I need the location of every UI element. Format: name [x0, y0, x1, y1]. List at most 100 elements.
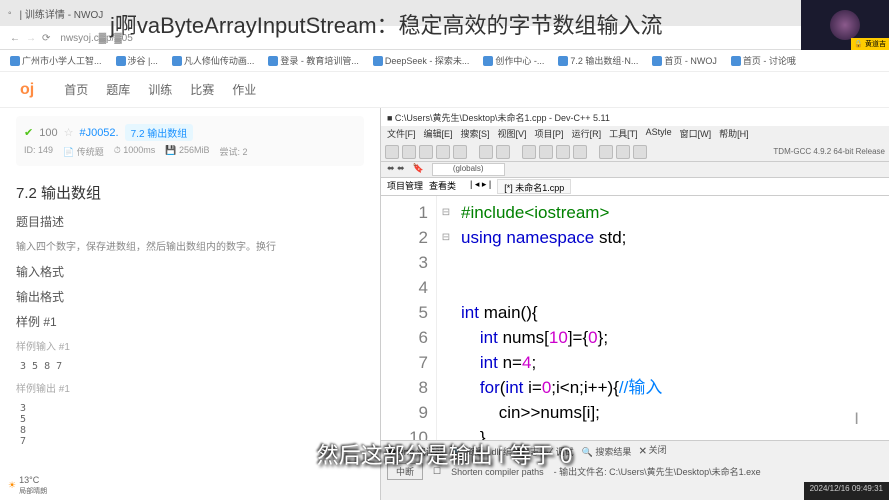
menu-run[interactable]: 运行[R] [572, 127, 602, 141]
sample-in-label: 样例输入 #1 [16, 338, 364, 353]
output-fmt-label: 输出格式 [16, 288, 364, 305]
problem-tag: 7.2 输出数组 [125, 124, 194, 141]
site-icon [483, 56, 493, 66]
bookmark-item[interactable]: 首页 - 讨论哦 [731, 54, 796, 67]
problem-title: 7.2 输出数组 [16, 182, 364, 203]
ide-toolbar2: ⬌ ⬌ 🔖 (globals) [381, 162, 889, 178]
menu-project[interactable]: 项目[P] [535, 127, 564, 141]
nav-homework[interactable]: 作业 [232, 81, 256, 98]
meta-mem: 💾 256MiB [165, 145, 209, 158]
tab-project[interactable]: 项目管理 [387, 179, 423, 194]
check-icon: ✔ [24, 126, 33, 139]
weather-widget[interactable]: ☀ 13°C 局部晴朗 [8, 475, 47, 496]
menu-help[interactable]: 帮助[H] [719, 127, 749, 141]
site-icon [268, 56, 278, 66]
reload-icon[interactable]: ⟳ [42, 33, 50, 44]
text-cursor-icon: I [854, 406, 859, 431]
goto-icon[interactable]: ⬌ ⬌ [387, 163, 405, 176]
problem-code[interactable]: #J0052. [79, 127, 118, 139]
subtitle-overlay: 然后这部分是输出 i 等于 0 [317, 438, 572, 470]
menu-view[interactable]: 视图[V] [498, 127, 527, 141]
site-icon [172, 56, 182, 66]
weather-temp: 13°C [19, 475, 39, 485]
problem-desc: 输入四个数字，保存进数组，然后输出数组内的数字。换行 [16, 238, 364, 253]
site-icon [652, 56, 662, 66]
stop-icon[interactable] [616, 145, 630, 159]
sample-label: 样例 #1 [16, 313, 364, 330]
tab-classes[interactable]: 查看类 [429, 179, 456, 194]
bookmark-item[interactable]: DeepSeek - 探索未... [373, 54, 470, 67]
tab-close[interactable]: 🗙 关闭 [639, 443, 666, 459]
input-fmt-label: 输入格式 [16, 263, 364, 280]
site-icon [116, 56, 126, 66]
ide-side-tabs: 项目管理 查看类 | ◂ ▸ | [*] 未命名1.cpp [381, 178, 889, 196]
print-icon[interactable] [453, 145, 467, 159]
nav-back-icon[interactable]: ← [10, 33, 20, 44]
folder-icon [10, 56, 20, 66]
bookmarks-bar: 广州市小学人工智... 涉谷 |... 凡人修仙传动画... 登录 - 教育培训… [0, 50, 889, 72]
star-icon[interactable]: ☆ [64, 126, 74, 139]
meta-id: ID: 149 [24, 145, 53, 158]
bookmark-icon[interactable]: 🔖 [413, 163, 424, 176]
menu-window[interactable]: 窗口[W] [680, 127, 712, 141]
bookmark-item[interactable]: 登录 - 教育培训管... [268, 54, 359, 67]
menu-file[interactable]: 文件[F] [387, 127, 416, 141]
globals-dropdown[interactable]: (globals) [432, 163, 505, 176]
ide-titlebar[interactable]: ■ C:\Users\黄先生\Desktop\未命名1.cpp - Dev-C+… [381, 108, 889, 126]
oj-nav-bar: oj 首页 题库 训练 比赛 作业 [0, 72, 889, 108]
menu-tools[interactable]: 工具[T] [609, 127, 638, 141]
undo-icon[interactable] [479, 145, 493, 159]
sun-icon: ☀ [8, 480, 16, 491]
desc-label: 题目描述 [16, 213, 364, 230]
code-editor[interactable]: 1234567891011121314 ⊟⊟ #include<iostream… [381, 196, 889, 440]
site-icon [373, 56, 383, 66]
debug-icon[interactable] [599, 145, 613, 159]
webcam-overlay: 🔒 黄道吉 [801, 0, 889, 50]
menu-astyle[interactable]: AStyle [646, 127, 672, 141]
redo-icon[interactable] [496, 145, 510, 159]
bookmark-item[interactable]: 创作中心 -... [483, 54, 544, 67]
meta-time: ⏱ 1000ms [114, 145, 156, 158]
new-icon[interactable] [385, 145, 399, 159]
saveall-icon[interactable] [436, 145, 450, 159]
compile-icon[interactable] [522, 145, 536, 159]
compile-run-icon[interactable] [556, 145, 570, 159]
weather-desc: 局部晴朗 [19, 488, 47, 495]
menu-search[interactable]: 搜索[S] [461, 127, 490, 141]
run-icon[interactable] [539, 145, 553, 159]
nav-fwd-icon: → [26, 33, 36, 44]
save-icon[interactable] [419, 145, 433, 159]
rebuild-icon[interactable] [573, 145, 587, 159]
nav-training[interactable]: 训练 [148, 81, 172, 98]
ide-menubar: 文件[F] 编辑[E] 搜索[S] 视图[V] 项目[P] 运行[R] 工具[T… [381, 126, 889, 142]
bookmark-item[interactable]: 凡人修仙传动画... [172, 54, 255, 67]
code-lines[interactable]: #include<iostream>using namespace std; i… [455, 196, 889, 440]
bookmark-item[interactable]: 首页 - NWOJ [652, 54, 717, 67]
meta-tries: 尝试: 2 [220, 145, 248, 158]
oj-logo[interactable]: oj [20, 81, 34, 99]
taskbar-clock[interactable]: 2024/12/16 09:49:31 [804, 482, 889, 500]
bookmark-item[interactable]: 涉谷 |... [116, 54, 158, 67]
avatar-icon [830, 10, 860, 40]
tab-search-results[interactable]: 🔍 搜索结果 [582, 443, 632, 459]
nav-contest[interactable]: 比赛 [190, 81, 214, 98]
meta-type: 📄 传统题 [63, 145, 104, 158]
fold-column[interactable]: ⊟⊟ [437, 196, 455, 440]
sample-input: 3 5 8 7 [16, 357, 364, 376]
video-title-overlay: j啊vaByteArrayInputStream：稳定高效的字节数组输入流 [110, 8, 663, 40]
tab-title[interactable]: | 训练详情 - NWOJ [20, 6, 104, 21]
profile-icon[interactable] [633, 145, 647, 159]
nav-home[interactable]: 首页 [64, 81, 88, 98]
problem-score: 100 [39, 127, 57, 139]
sample-output: 3 5 8 7 [16, 399, 364, 451]
site-icon [558, 56, 568, 66]
file-tab[interactable]: [*] 未命名1.cpp [497, 179, 571, 194]
menu-edit[interactable]: 编辑[E] [424, 127, 453, 141]
compiler-version[interactable]: TDM-GCC 4.9.2 64-bit Release [773, 147, 885, 156]
open-icon[interactable] [402, 145, 416, 159]
bookmark-item[interactable]: 广州市小学人工智... [10, 54, 102, 67]
output-filename: - 输出文件名: C:\Users\黄先生\Desktop\未命名1.exe [554, 465, 761, 478]
webcam-label: 🔒 黄道吉 [851, 38, 889, 50]
nav-problems[interactable]: 题库 [106, 81, 130, 98]
bookmark-item[interactable]: 7.2 输出数组·N... [558, 54, 638, 67]
